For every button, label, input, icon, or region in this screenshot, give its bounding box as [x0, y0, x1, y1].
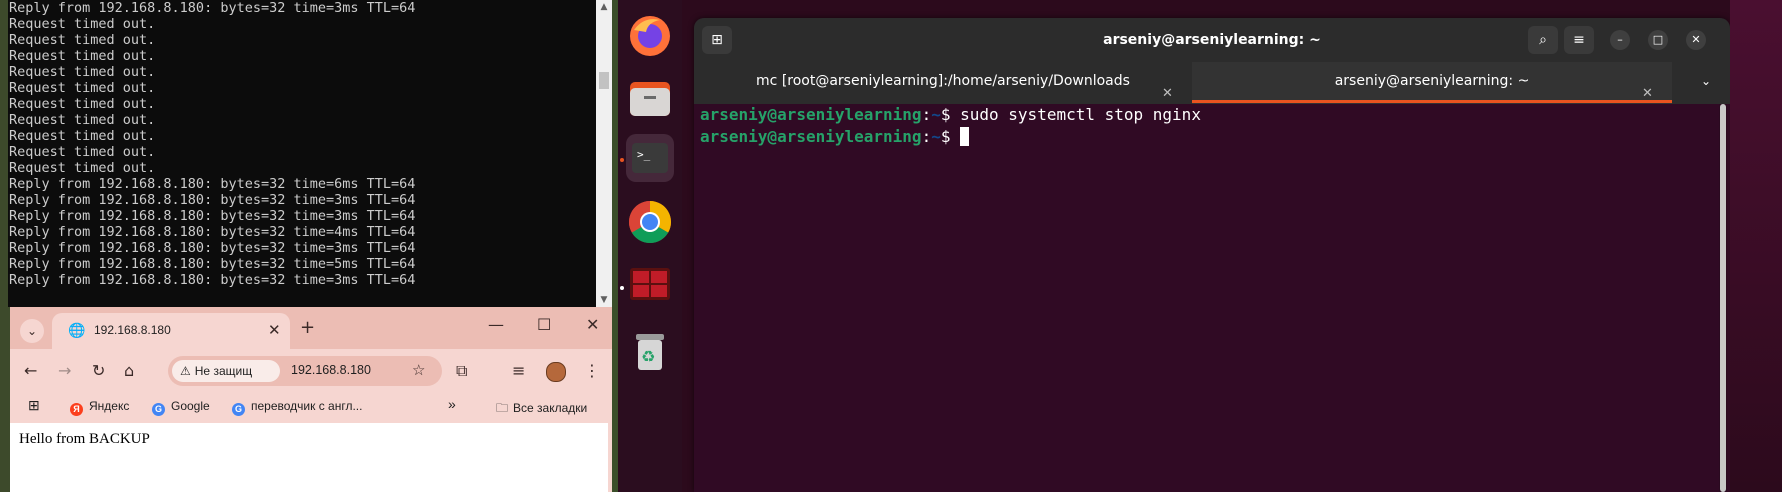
home-icon[interactable]: ⌂: [124, 361, 134, 380]
cmd-line: Reply from 192.168.8.180: bytes=32 time=…: [9, 176, 416, 192]
address-bar[interactable]: ⚠ Не защищ 192.168.8.180 ☆: [168, 356, 442, 386]
cmd-line: Reply from 192.168.8.180: bytes=32 time=…: [9, 240, 416, 256]
hamburger-menu-icon[interactable]: ≡: [1564, 26, 1594, 54]
back-icon[interactable]: ←: [24, 361, 37, 380]
close-tab-icon[interactable]: ✕: [268, 321, 281, 339]
cmd-line: Reply from 192.168.8.180: bytes=32 time=…: [9, 192, 416, 208]
forward-icon[interactable]: →: [58, 361, 71, 380]
chrome-window[interactable]: ⌄ 🌐 192.168.8.180 ✕ + — ☐ ✕ ← → ↻ ⌂ ⚠ Не …: [10, 307, 618, 492]
search-icon[interactable]: ⌕: [1528, 26, 1558, 54]
cmd-line: Request timed out.: [9, 112, 156, 128]
chrome-icon[interactable]: [626, 198, 674, 246]
all-bookmarks[interactable]: 🗀 Все закладки: [496, 399, 587, 420]
cmd-line: Reply from 192.168.8.180: bytes=32 time=…: [9, 256, 416, 272]
close-window-icon[interactable]: ✕: [586, 315, 599, 334]
page-text: Hello from BACKUP: [19, 431, 150, 447]
terminal-tab-label: arseniy@arseniylearning: ~: [1334, 73, 1530, 89]
chrome-menu-icon[interactable]: ⋮: [584, 361, 600, 380]
firefox-icon[interactable]: [626, 12, 674, 60]
active-tab-indicator: [1192, 100, 1672, 103]
new-tab-icon[interactable]: +: [300, 317, 315, 338]
svg-text:♻: ♻: [641, 347, 655, 366]
cmd-line: Reply from 192.168.8.180: bytes=32 time=…: [9, 272, 416, 288]
media-control-icon[interactable]: ≡: [512, 361, 525, 380]
chrome-tab-title: 192.168.8.180: [94, 323, 171, 337]
terminal-tab-mc[interactable]: mc [root@arseniylearning]:/home/arseniy/…: [694, 62, 1192, 104]
bookmark-google[interactable]: G Google: [152, 399, 210, 416]
chrome-tab[interactable]: 🌐 192.168.8.180 ✕: [52, 313, 290, 349]
terminal-scroll-thumb[interactable]: [1720, 104, 1726, 492]
cmd-line: Request timed out.: [9, 32, 156, 48]
trash-icon[interactable]: ♻: [626, 328, 674, 376]
minimize-icon[interactable]: –: [1610, 30, 1630, 50]
tab-search-chevron-icon[interactable]: ⌄: [20, 319, 44, 343]
terminal-output[interactable]: arseniy@arseniylearning:~$ sudo systemct…: [694, 104, 1718, 492]
terminal-emulator-icon[interactable]: [626, 260, 674, 308]
terminal-headerbar: ⊞ arseniy@arseniylearning: ~ ⌕ ≡ – □ ✕: [694, 18, 1730, 62]
desktop-background-right: [1730, 0, 1782, 492]
bookmark-star-icon[interactable]: ☆: [412, 361, 425, 379]
page-content: Hello from BACKUP: [10, 423, 608, 492]
yandex-icon: Я: [70, 403, 83, 416]
extensions-icon[interactable]: ⧉: [456, 361, 467, 381]
bookmarks-bar: ⊞ Я Яндекс G Google Gпереводчик с англ... …: [10, 391, 618, 423]
cmd-line: Request timed out.: [9, 160, 156, 176]
minimize-icon[interactable]: —: [488, 315, 504, 334]
chrome-toolbar: ← → ↻ ⌂ ⚠ Не защищ 192.168.8.180 ☆ ⧉ ≡ ⋮: [10, 349, 618, 391]
cmd-line: Request timed out.: [9, 128, 156, 144]
cmd-window[interactable]: Reply from 192.168.8.180: bytes=32 time=…: [8, 0, 612, 307]
maximize-icon[interactable]: ☐: [537, 315, 551, 334]
google-icon: G: [232, 403, 245, 416]
cmd-line: Request timed out.: [9, 96, 156, 112]
security-chip-label: Не защищ: [194, 364, 253, 378]
cmd-line: Request timed out.: [9, 80, 156, 96]
bookmark-translator[interactable]: Gпереводчик с англ...: [232, 399, 362, 416]
profile-avatar[interactable]: [546, 362, 566, 382]
cmd-line: Request timed out.: [9, 16, 156, 32]
cmd-output: Reply from 192.168.8.180: bytes=32 time=…: [9, 0, 599, 288]
svg-text:>_: >_: [637, 148, 651, 161]
chrome-tab-bar: ⌄ 🌐 192.168.8.180 ✕ + — ☐ ✕: [10, 307, 618, 349]
cmd-line: Request timed out.: [9, 64, 156, 80]
running-indicator: [620, 158, 624, 162]
files-icon[interactable]: [626, 74, 674, 122]
terminal-line-2: arseniy@arseniylearning:~$: [700, 126, 970, 148]
apps-grid-icon[interactable]: ⊞: [28, 397, 40, 414]
scroll-down-icon[interactable]: ▼: [596, 293, 612, 307]
cmd-line: Reply from 192.168.8.180: bytes=32 time=…: [9, 224, 416, 240]
cmd-line: Reply from 192.168.8.180: bytes=32 time=…: [9, 208, 416, 224]
folder-icon: 🗀: [496, 401, 509, 415]
more-bookmarks-icon[interactable]: »: [448, 396, 456, 412]
cmd-line: Request timed out.: [9, 144, 156, 160]
maximize-icon[interactable]: □: [1648, 30, 1668, 50]
url-text[interactable]: 192.168.8.180: [291, 363, 371, 377]
scroll-up-icon[interactable]: ▲: [596, 0, 612, 14]
globe-icon: 🌐: [68, 323, 86, 339]
cmd-scroll-thumb[interactable]: [599, 72, 609, 89]
text-cursor: [960, 127, 970, 146]
reload-icon[interactable]: ↻: [92, 361, 105, 380]
terminal-tab-bar: mc [root@arseniylearning]:/home/arseniy/…: [694, 62, 1730, 104]
ubuntu-dock: >_ ♻: [618, 0, 682, 492]
cmd-line: Request timed out.: [9, 48, 156, 64]
tab-list-chevron-icon[interactable]: ⌄: [1701, 74, 1711, 88]
security-chip[interactable]: ⚠ Не защищ: [172, 360, 280, 382]
cmd-scrollbar[interactable]: ▲ ▼: [596, 0, 612, 307]
terminal-tab-home[interactable]: arseniy@arseniylearning: ~ ✕: [1192, 62, 1672, 104]
warning-icon: ⚠: [180, 364, 191, 378]
running-indicator: [620, 286, 624, 290]
close-window-icon[interactable]: ✕: [1686, 30, 1706, 50]
terminal-tab-label: mc [root@arseniylearning]:/home/arseniy/…: [756, 73, 1130, 89]
bookmark-yandex[interactable]: Я Яндекс: [70, 399, 129, 416]
google-icon: G: [152, 403, 165, 416]
cmd-line: Reply from 192.168.8.180: bytes=32 time=…: [9, 0, 416, 16]
terminal-line-1: arseniy@arseniylearning:~$ sudo systemct…: [700, 105, 1201, 124]
terminal-icon[interactable]: >_: [626, 134, 674, 182]
ubuntu-terminal-window[interactable]: ⊞ arseniy@arseniylearning: ~ ⌕ ≡ – □ ✕ m…: [694, 18, 1730, 492]
terminal-scrollbar[interactable]: [1719, 104, 1727, 492]
